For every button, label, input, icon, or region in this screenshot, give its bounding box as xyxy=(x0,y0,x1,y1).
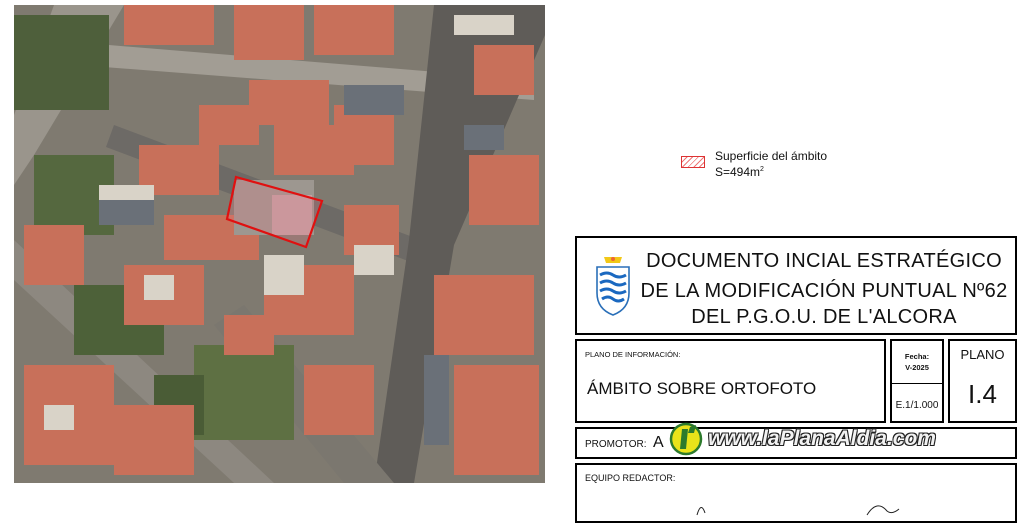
plan-number-box: PLANO I.4 xyxy=(948,339,1017,423)
date-value: V-2025 xyxy=(905,363,929,372)
legend: Superficie del ámbito S=494m2 xyxy=(715,149,827,179)
promoter-value: A xyxy=(653,434,664,451)
plan-label: PLANO xyxy=(960,347,1005,362)
title-line-1: DOCUMENTO INCIAL ESTRATÉGICO xyxy=(646,250,1002,272)
drafting-team-label: EQUIPO REDACTOR: xyxy=(585,473,676,483)
drafting-team-box: EQUIPO REDACTOR: xyxy=(575,463,1017,523)
date-scale-box: Fecha: V-2025 E.1/1.000 xyxy=(890,339,944,423)
plan-name: ÁMBITO SOBRE ORTOFOTO xyxy=(587,379,817,398)
legend-area-value: S=494m xyxy=(715,165,761,179)
legend-area: S=494m2 xyxy=(715,163,827,179)
scale-value: E.1/1.000 xyxy=(895,400,939,411)
title-line-3: DEL P.G.O.U. DE L'ALCORA xyxy=(691,306,957,328)
plan-info-box: PLANO DE INFORMACIÓN: ÁMBITO SOBRE ORTOF… xyxy=(575,339,886,423)
watermark-text: www.laPlanaAldia.com xyxy=(708,427,936,450)
plan-info-label: PLANO DE INFORMACIÓN: xyxy=(585,350,681,359)
legend-swatch-hatch xyxy=(681,156,705,168)
divider xyxy=(892,383,942,384)
title-line-2: DE LA MODIFICACIÓN PUNTUAL Nº62 xyxy=(640,280,1008,302)
site-boundary-outline xyxy=(225,175,324,249)
watermark: www.laPlanaAldia.com xyxy=(668,419,936,459)
municipal-shield-icon xyxy=(594,253,632,317)
legend-area-exponent: 2 xyxy=(760,166,764,173)
plan-number: I.4 xyxy=(968,379,997,409)
signature-strokes xyxy=(696,505,900,516)
orthophoto-map xyxy=(14,5,545,483)
legend-label: Superficie del ámbito xyxy=(715,149,828,163)
date-label: Fecha: xyxy=(904,352,930,361)
title-block-header: DOCUMENTO INCIAL ESTRATÉGICO DE LA MODIF… xyxy=(575,236,1017,335)
promoter-label: PROMOTOR: xyxy=(585,439,647,450)
watermark-logo-icon xyxy=(669,422,703,456)
